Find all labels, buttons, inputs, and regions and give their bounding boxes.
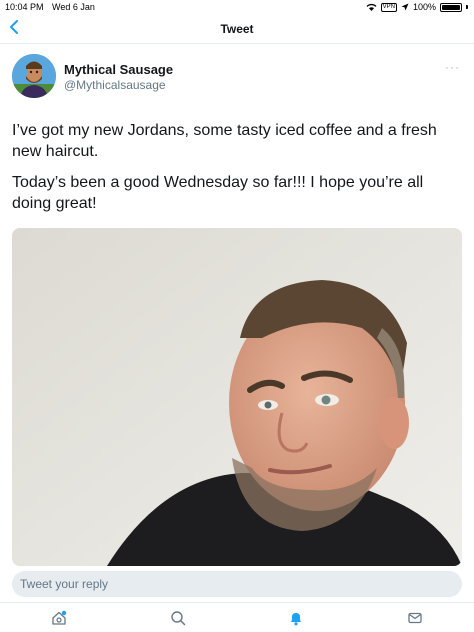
search-icon xyxy=(171,611,186,626)
tab-bar xyxy=(0,602,474,632)
reply-input[interactable] xyxy=(12,571,462,597)
home-icon xyxy=(52,610,67,625)
location-arrow-icon xyxy=(401,3,409,11)
bell-icon xyxy=(291,613,301,626)
tweet-paragraph: Today’s been a good Wednesday so far!!! … xyxy=(12,174,424,212)
status-date: Wed 6 Jan xyxy=(52,2,95,12)
wifi-icon xyxy=(366,3,377,11)
author-name[interactable]: Mythical Sausage xyxy=(64,62,173,77)
tab-notifications[interactable] xyxy=(286,609,306,627)
tweet-text: I’ve got my new Jordans, some tasty iced… xyxy=(12,120,464,224)
tab-search[interactable] xyxy=(168,609,188,627)
status-bar: 10:04 PM Wed 6 Jan VPN 100% xyxy=(0,0,474,14)
navigation-bar: Tweet xyxy=(0,14,474,44)
tweet-author: Mythical Sausage @Mythicalsausage ··· xyxy=(12,54,462,100)
status-time: 10:04 PM xyxy=(5,2,44,12)
tweet-paragraph: I’ve got my new Jordans, some tasty iced… xyxy=(12,122,437,160)
tweet-photo[interactable] xyxy=(12,228,462,566)
reply-bar xyxy=(0,566,474,602)
tab-home[interactable] xyxy=(49,609,69,627)
battery-icon xyxy=(440,2,462,12)
vpn-icon: VPN xyxy=(380,2,397,12)
avatar[interactable] xyxy=(12,54,56,98)
battery-percent: 100% xyxy=(412,2,436,12)
author-handle[interactable]: @Mythicalsausage xyxy=(64,78,166,92)
mail-icon xyxy=(408,612,422,624)
more-options-button[interactable]: ··· xyxy=(445,60,460,74)
page-title: Tweet xyxy=(220,22,254,36)
tab-messages[interactable] xyxy=(405,609,425,627)
